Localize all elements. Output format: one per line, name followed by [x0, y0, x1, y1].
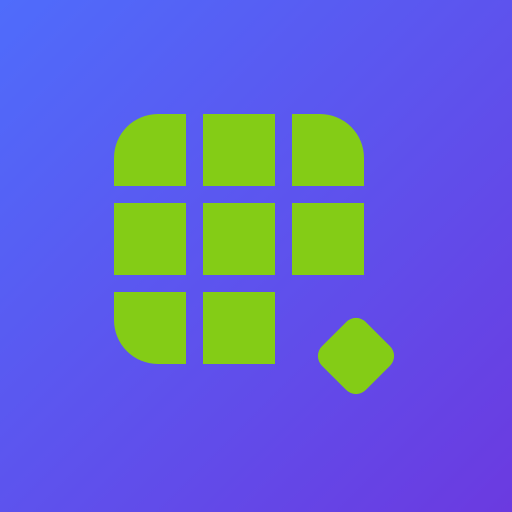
grid-tile-top-left [114, 114, 186, 186]
app-icon [0, 0, 512, 512]
grid-tile-top-center [203, 114, 275, 186]
grid-tile-bottom-center [203, 292, 275, 364]
diamond-icon [312, 312, 400, 400]
grid-tile-top-right [292, 114, 364, 186]
grid-tile-middle-left [114, 203, 186, 275]
grid-tile-middle-center [203, 203, 275, 275]
grid-tile-bottom-left [114, 292, 186, 364]
grid-tile-middle-right [292, 203, 364, 275]
